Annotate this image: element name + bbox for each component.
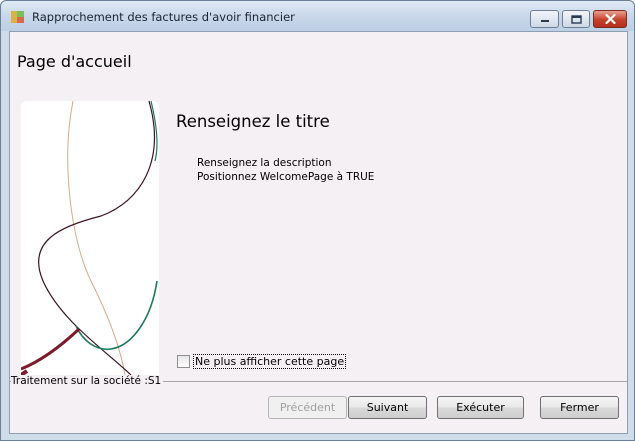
page-title: Page d'accueil bbox=[17, 52, 132, 71]
close-icon bbox=[604, 14, 616, 24]
content-description: Renseignez la description Positionnez We… bbox=[197, 156, 374, 184]
next-button[interactable]: Suivant bbox=[348, 396, 427, 419]
close-button[interactable]: Fermer bbox=[540, 396, 619, 419]
window-title: Rapprochement des factures d'avoir finan… bbox=[32, 10, 295, 24]
maximize-icon bbox=[570, 14, 582, 24]
close-window-button[interactable] bbox=[593, 10, 627, 28]
decorative-curves-image bbox=[21, 101, 158, 375]
title-bar[interactable]: Rapprochement des factures d'avoir finan… bbox=[1, 1, 634, 31]
company-status-text: Traitement sur la société :S1 bbox=[11, 375, 164, 387]
decorative-side-panel bbox=[21, 101, 159, 375]
maximize-button[interactable] bbox=[562, 10, 590, 28]
wizard-client-area: Page d'accueil Renseignez le titre Rense… bbox=[9, 31, 628, 434]
minimize-icon bbox=[540, 20, 549, 22]
wizard-window: Rapprochement des factures d'avoir finan… bbox=[0, 0, 635, 441]
app-icon bbox=[11, 11, 24, 23]
description-line: Renseignez la description bbox=[197, 157, 332, 169]
previous-button[interactable]: Précédent bbox=[268, 396, 347, 419]
execute-button[interactable]: Exécuter bbox=[437, 396, 524, 419]
minimize-button[interactable] bbox=[530, 10, 559, 28]
dont-show-again-checkbox[interactable] bbox=[177, 354, 190, 368]
dont-show-again-label[interactable]: Ne plus afficher cette page bbox=[192, 353, 347, 369]
content-title: Renseignez le titre bbox=[176, 112, 330, 131]
dont-show-again-option[interactable]: Ne plus afficher cette page bbox=[177, 353, 347, 369]
description-line: Positionnez WelcomePage à TRUE bbox=[197, 171, 375, 183]
